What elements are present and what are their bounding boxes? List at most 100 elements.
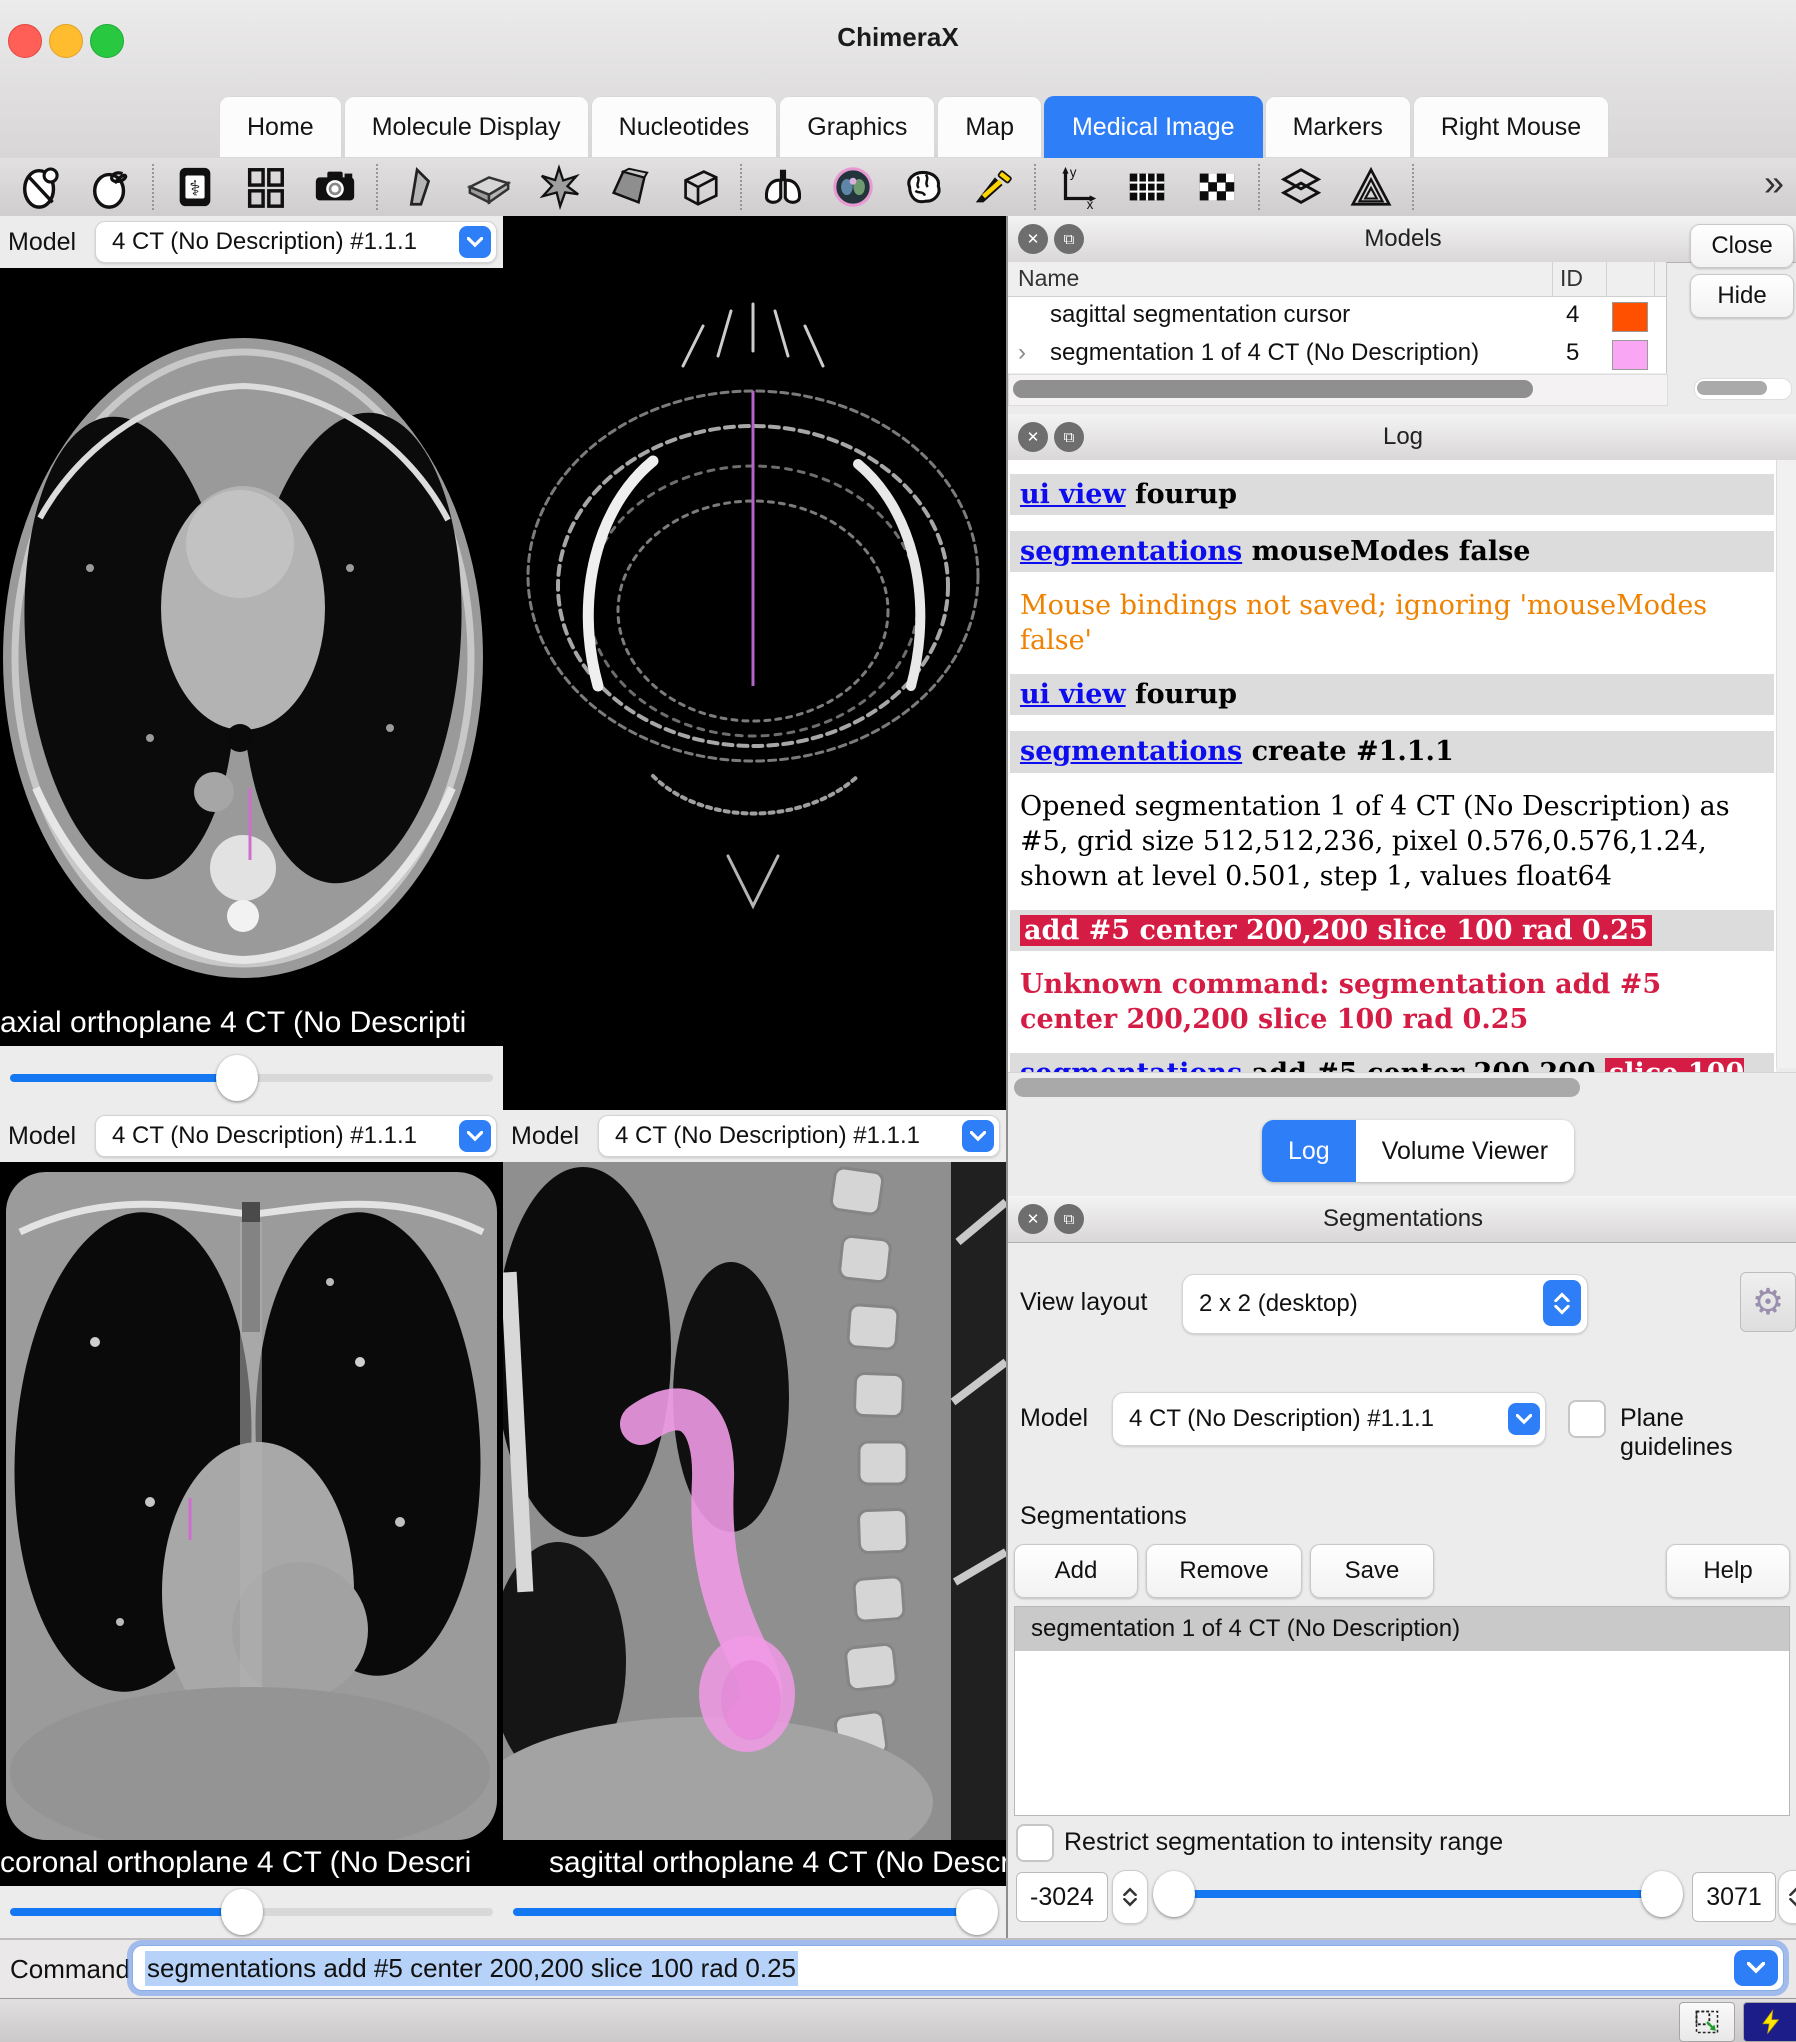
tab-nucleotides[interactable]: Nucleotides bbox=[591, 96, 778, 158]
float-icon[interactable]: ⧉ bbox=[1054, 422, 1084, 452]
sagittal-model-bar: Model 4 CT (No Description) #1.1.1 bbox=[503, 1110, 1006, 1162]
sagittal-slice-slider[interactable] bbox=[503, 1886, 1006, 1938]
command-label: Command: bbox=[10, 1954, 137, 1985]
coronal-model-select[interactable]: 4 CT (No Description) #1.1.1 bbox=[95, 1115, 497, 1157]
restrict-intensity-checkbox[interactable] bbox=[1016, 1824, 1054, 1862]
lightning-icon[interactable] bbox=[1743, 2002, 1796, 2042]
intensity-max-input[interactable]: 3071 bbox=[1692, 1872, 1776, 1922]
log-line: segmentations create #1.1.1 bbox=[1010, 731, 1774, 772]
hide-model-button[interactable]: Hide bbox=[1690, 274, 1794, 318]
axial-slice-slider[interactable] bbox=[0, 1046, 503, 1110]
toolbar-overflow-chevron[interactable]: » bbox=[1764, 162, 1784, 204]
mouse-lasso-icon[interactable] bbox=[86, 162, 136, 212]
seg-model-select[interactable]: 4 CT (No Description) #1.1.1 bbox=[1112, 1392, 1546, 1446]
intensity-range-slider[interactable] bbox=[1158, 1868, 1678, 1920]
command-history-chevron[interactable] bbox=[1734, 1950, 1778, 1986]
ct-color-icon[interactable] bbox=[828, 162, 878, 212]
tab-molecule-display[interactable]: Molecule Display bbox=[344, 96, 589, 158]
slab-icon[interactable] bbox=[464, 162, 514, 212]
plane-icon[interactable] bbox=[394, 162, 444, 212]
surface-pyramid-icon[interactable] bbox=[1346, 162, 1396, 212]
coronal-slider-thumb[interactable] bbox=[221, 1889, 263, 1935]
model-color-swatch[interactable] bbox=[1612, 302, 1648, 332]
sagittal-slider-thumb[interactable] bbox=[956, 1889, 998, 1935]
column-name[interactable]: Name bbox=[1018, 265, 1079, 292]
axes-icon[interactable]: yx bbox=[1052, 162, 1102, 212]
tab-volume-viewer[interactable]: Volume Viewer bbox=[1356, 1120, 1574, 1182]
tab-right-mouse[interactable]: Right Mouse bbox=[1413, 96, 1609, 158]
grid-full-icon[interactable] bbox=[1122, 162, 1172, 212]
axial-slider-thumb[interactable] bbox=[216, 1055, 258, 1101]
model-row[interactable]: ›segmentation 1 of 4 CT (No Description)… bbox=[1008, 335, 1666, 373]
range-max-thumb[interactable] bbox=[1641, 1871, 1683, 1917]
close-model-button[interactable]: Close bbox=[1690, 224, 1794, 268]
models-side-scrollbar[interactable] bbox=[1694, 378, 1792, 400]
log-command-link[interactable]: ui view bbox=[1020, 479, 1126, 510]
intensity-max-stepper[interactable] bbox=[1778, 1870, 1796, 1924]
remove-segmentation-button[interactable]: Remove bbox=[1146, 1544, 1302, 1598]
view-layout-select[interactable]: 2 x 2 (desktop) bbox=[1182, 1274, 1588, 1334]
coronal-model-value: 4 CT (No Description) #1.1.1 bbox=[112, 1122, 417, 1150]
tab-medical-image[interactable]: Medical Image bbox=[1044, 96, 1263, 158]
sagittal-model-value: 4 CT (No Description) #1.1.1 bbox=[615, 1122, 920, 1150]
log-vscrollbar[interactable] bbox=[1776, 460, 1796, 1068]
sagittal-model-select[interactable]: 4 CT (No Description) #1.1.1 bbox=[598, 1115, 1000, 1157]
box-outline-icon[interactable] bbox=[674, 162, 724, 212]
tab-markers[interactable]: Markers bbox=[1265, 96, 1411, 158]
view-fourup-icon[interactable] bbox=[240, 162, 290, 212]
model-label: Model bbox=[511, 1122, 579, 1151]
brain-icon[interactable] bbox=[898, 162, 948, 212]
gear-icon[interactable]: ⚙ bbox=[1740, 1272, 1796, 1332]
log-panel-header: ✕ ⧉ Log bbox=[1008, 414, 1796, 461]
command-input[interactable]: segmentations add #5 center 200,200 slic… bbox=[132, 1945, 1784, 1991]
tab-map[interactable]: Map bbox=[937, 96, 1042, 158]
range-min-thumb[interactable] bbox=[1153, 1871, 1195, 1917]
log-command-link[interactable]: segmentations bbox=[1020, 536, 1242, 567]
segmentations-panel-header: ✕ ⧉ Segmentations bbox=[1008, 1196, 1796, 1243]
close-icon[interactable]: ✕ bbox=[1018, 422, 1048, 452]
intensity-min-input[interactable]: -3024 bbox=[1016, 1872, 1108, 1922]
tab-log[interactable]: Log bbox=[1262, 1120, 1356, 1182]
coronal-model-bar: Model 4 CT (No Description) #1.1.1 bbox=[0, 1110, 503, 1162]
axial-model-bar: Model 4 CT (No Description) #1.1.1 bbox=[0, 216, 503, 268]
column-id[interactable]: ID bbox=[1560, 265, 1583, 292]
close-icon[interactable]: ✕ bbox=[1018, 1204, 1048, 1234]
layers-icon[interactable] bbox=[1276, 162, 1326, 212]
float-icon[interactable]: ⧉ bbox=[1054, 224, 1084, 254]
3d-viewport[interactable] bbox=[503, 216, 1006, 1110]
float-icon[interactable]: ⧉ bbox=[1054, 1204, 1084, 1234]
axial-model-select[interactable]: 4 CT (No Description) #1.1.1 bbox=[95, 221, 497, 263]
orthoplanes-icon[interactable] bbox=[534, 162, 584, 212]
medical-image-icon[interactable]: ⚕ bbox=[170, 162, 220, 212]
airways-icon[interactable] bbox=[758, 162, 808, 212]
segmentations-panel: ✕ ⧉ Segmentations View layout 2 x 2 (des… bbox=[1008, 1196, 1796, 1938]
tab-graphics[interactable]: Graphics bbox=[779, 96, 935, 158]
plane-guidelines-checkbox[interactable] bbox=[1568, 1400, 1606, 1438]
grid-sparse-icon[interactable] bbox=[1192, 162, 1242, 212]
intensity-min-stepper[interactable] bbox=[1112, 1870, 1148, 1924]
save-segmentation-button[interactable]: Save bbox=[1310, 1544, 1434, 1598]
log-hscrollbar[interactable] bbox=[1008, 1072, 1796, 1103]
snapshot-icon[interactable] bbox=[310, 162, 360, 212]
axial-viewport[interactable] bbox=[0, 268, 503, 1000]
model-row[interactable]: sagittal segmentation cursor4 bbox=[1008, 297, 1666, 335]
view-layout-label: View layout bbox=[1020, 1288, 1147, 1317]
tab-home[interactable]: Home bbox=[219, 96, 342, 158]
log-command-link[interactable]: segmentations bbox=[1020, 736, 1242, 767]
close-icon[interactable]: ✕ bbox=[1018, 224, 1048, 254]
mouse-draw-icon[interactable] bbox=[968, 162, 1018, 212]
help-button[interactable]: Help bbox=[1666, 1544, 1790, 1598]
models-hscrollbar[interactable] bbox=[1008, 374, 1668, 406]
mouse-zoom-icon[interactable] bbox=[16, 162, 66, 212]
axial-model-value: 4 CT (No Description) #1.1.1 bbox=[112, 228, 417, 256]
coronal-slice-slider[interactable] bbox=[0, 1886, 503, 1938]
selection-resize-icon[interactable] bbox=[1679, 2002, 1735, 2042]
coronal-viewport[interactable] bbox=[0, 1162, 503, 1840]
segmentation-list-item[interactable]: segmentation 1 of 4 CT (No Description) bbox=[1015, 1607, 1789, 1651]
sagittal-viewport[interactable] bbox=[503, 1162, 1006, 1840]
view-layout-value: 2 x 2 (desktop) bbox=[1199, 1290, 1358, 1318]
log-command-link[interactable]: ui view bbox=[1020, 679, 1126, 710]
model-color-swatch[interactable] bbox=[1612, 340, 1648, 370]
add-segmentation-button[interactable]: Add bbox=[1014, 1544, 1138, 1598]
volume-icon[interactable] bbox=[604, 162, 654, 212]
